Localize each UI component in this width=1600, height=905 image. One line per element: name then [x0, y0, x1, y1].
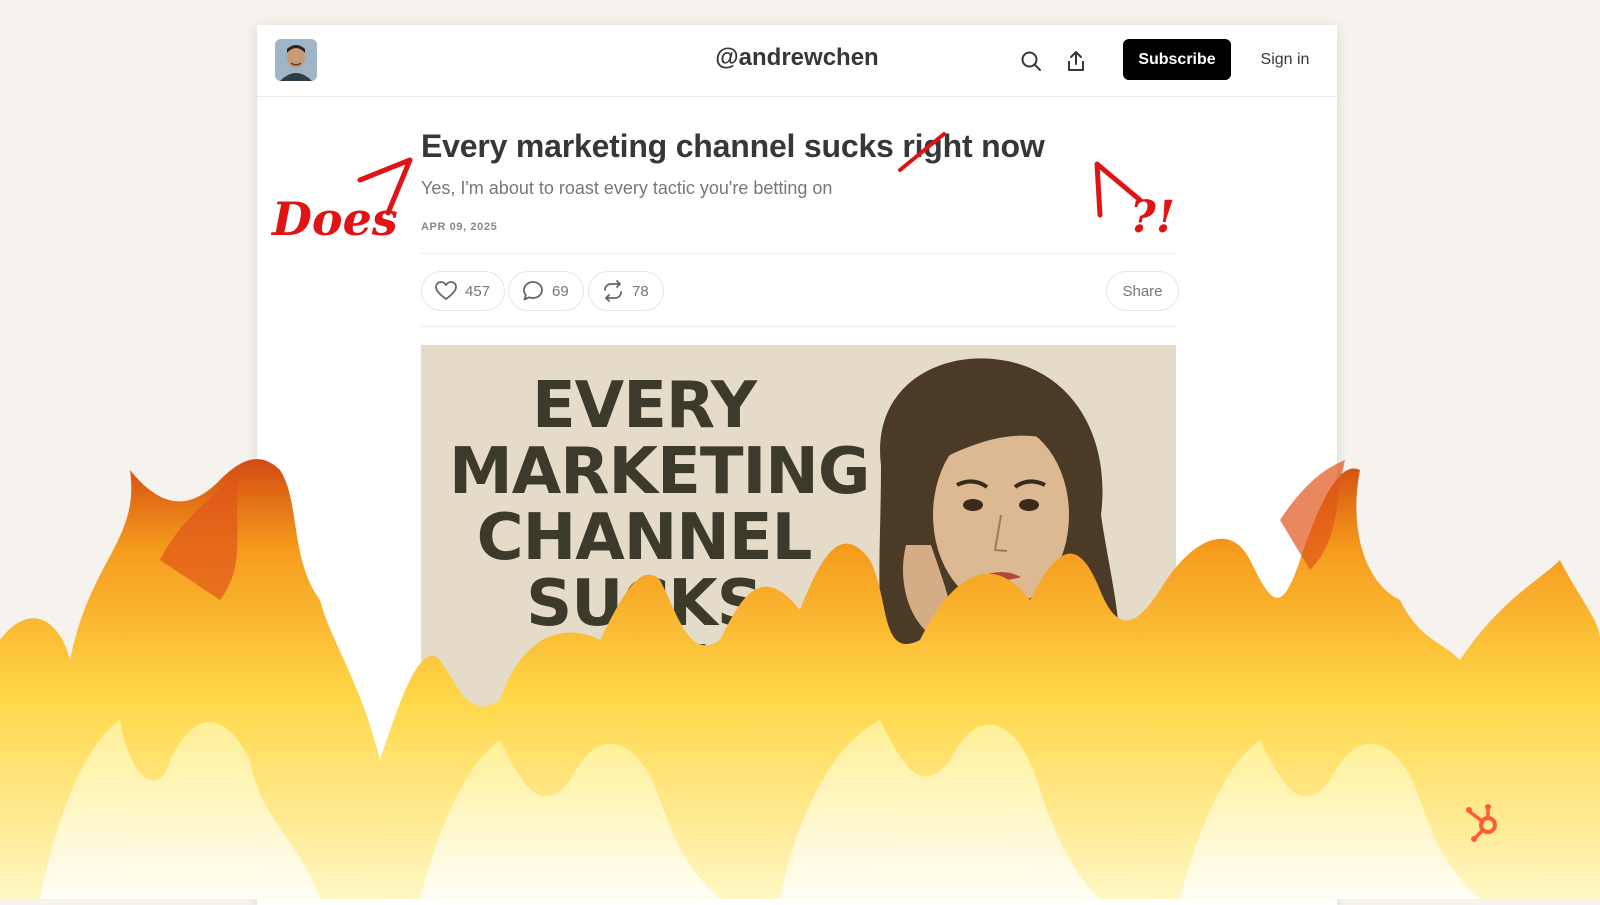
share-page-button[interactable] — [1062, 47, 1090, 75]
search-icon — [1021, 51, 1041, 71]
hero-headline: EVERY MARKETING CHANNEL SUCKS RIGHT NOW — [449, 369, 870, 769]
divider — [421, 253, 1176, 254]
divider — [421, 326, 1176, 327]
worried-woman-illustration — [851, 358, 1156, 855]
post-hero-image: EVERY MARKETING CHANNEL SUCKS RIGHT NOW … — [421, 345, 1176, 855]
hubspot-logo-icon — [1466, 804, 1497, 842]
share-upload-icon — [1068, 51, 1084, 71]
post-card: @andrewchen Subscribe Sign in Every mark… — [257, 25, 1337, 905]
restack-button[interactable]: 78 — [588, 271, 664, 311]
hero-subtext: which tactics get — [435, 713, 795, 817]
hero-headline-line: MARKETING — [449, 435, 870, 509]
post-subtitle: Yes, I'm about to roast every tactic you… — [421, 178, 833, 198]
flame-icon — [160, 470, 240, 600]
like-count: 457 — [465, 282, 491, 300]
top-navigation-bar: @andrewchen Subscribe Sign in — [257, 25, 1337, 97]
comment-count: 69 — [552, 282, 569, 300]
avatar-portrait-icon — [275, 39, 317, 81]
hero-headline-line: CHANNEL — [476, 501, 813, 575]
post-date: APR 09, 2025 — [421, 221, 498, 233]
share-button[interactable]: Share — [1106, 271, 1179, 311]
like-button[interactable]: 457 — [421, 271, 506, 311]
author-avatar[interactable] — [275, 39, 317, 81]
publication-handle[interactable]: @andrewchen — [715, 44, 878, 71]
restack-icon — [604, 280, 622, 302]
annotation-inserted-word: Does — [272, 192, 398, 246]
sign-in-button[interactable]: Sign in — [1249, 39, 1321, 80]
hero-headline-line: EVERY — [531, 369, 757, 443]
post-title: Every marketing channel sucks right now — [421, 128, 1045, 164]
heart-icon — [435, 281, 457, 300]
search-button[interactable] — [1017, 47, 1045, 75]
annotation-exclamation-mark: ?! — [1130, 192, 1176, 243]
comment-button[interactable]: 69 — [508, 271, 584, 311]
share-label: Share — [1122, 282, 1163, 300]
subscribe-button[interactable]: Subscribe — [1123, 39, 1231, 80]
restack-count: 78 — [632, 282, 649, 300]
hero-headline-line: SUCKS — [526, 567, 763, 641]
comment-bubble-icon — [523, 281, 543, 301]
